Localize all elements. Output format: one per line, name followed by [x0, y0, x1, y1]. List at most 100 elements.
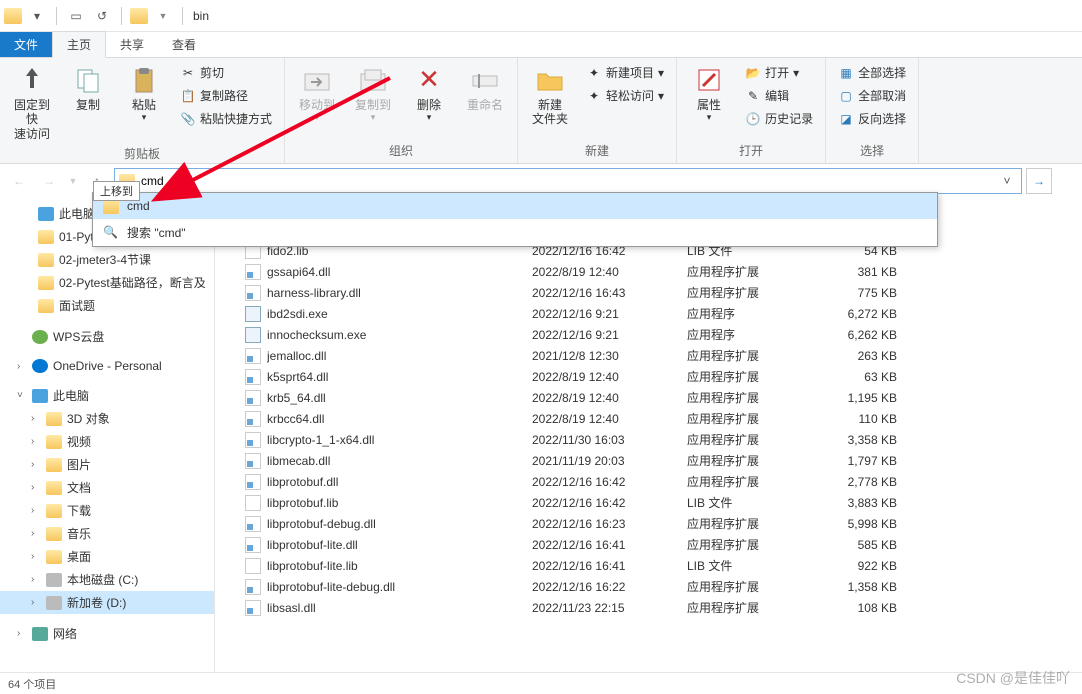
- rename-button[interactable]: 重命名: [461, 62, 509, 114]
- tree-label: 文档: [67, 479, 91, 496]
- copypath-button[interactable]: 📋复制路径: [176, 85, 276, 106]
- history-button[interactable]: 🕒历史记录: [741, 108, 817, 129]
- file-row[interactable]: krb5_64.dll2022/8/19 12:40应用程序扩展1,195 KB: [215, 387, 1082, 408]
- delete-button[interactable]: ✕删除▾: [405, 62, 453, 125]
- file-row[interactable]: libmecab.dll2021/11/19 20:03应用程序扩展1,797 …: [215, 450, 1082, 471]
- tree-item[interactable]: 02-Pytest基础路径，断言及: [0, 271, 214, 294]
- expand-icon[interactable]: ›: [31, 482, 41, 493]
- file-row[interactable]: krbcc64.dll2022/8/19 12:40应用程序扩展110 KB: [215, 408, 1082, 429]
- suggestion-item[interactable]: cmd: [93, 193, 937, 219]
- file-row[interactable]: libsasl.dll2022/11/23 22:15应用程序扩展108 KB: [215, 597, 1082, 618]
- qat-dropdown[interactable]: ▾: [26, 5, 48, 27]
- file-row[interactable]: libprotobuf.dll2022/12/16 16:42应用程序扩展2,7…: [215, 471, 1082, 492]
- file-list[interactable]: comerr64.dll2022/8/19 12:40应用程序扩展16 KBfi…: [215, 198, 1082, 672]
- file-row[interactable]: ibd2sdi.exe2022/12/16 9:21应用程序6,272 KB: [215, 303, 1082, 324]
- expand-icon[interactable]: ›: [31, 413, 41, 424]
- file-row[interactable]: libprotobuf.lib2022/12/16 16:42LIB 文件3,8…: [215, 492, 1082, 513]
- qat-properties-icon[interactable]: ▭: [65, 5, 87, 27]
- drive-icon: [46, 596, 62, 610]
- window-folder-icon: [130, 8, 148, 24]
- nav-forward-button[interactable]: →: [36, 168, 62, 194]
- expand-icon[interactable]: ›: [31, 459, 41, 470]
- expand-icon[interactable]: ›: [31, 436, 41, 447]
- expand-icon[interactable]: ›: [17, 361, 27, 372]
- suggestion-item[interactable]: 🔍搜索 "cmd": [93, 219, 937, 246]
- copy-button[interactable]: 复制: [64, 62, 112, 114]
- address-input[interactable]: [141, 174, 997, 188]
- expand-icon[interactable]: ›: [31, 597, 41, 608]
- tab-share[interactable]: 共享: [106, 32, 158, 57]
- file-size: 585 KB: [817, 538, 907, 552]
- tree-label: 3D 对象: [67, 410, 110, 427]
- file-row[interactable]: libprotobuf-lite.dll2022/12/16 16:41应用程序…: [215, 534, 1082, 555]
- file-type: 应用程序扩展: [687, 389, 817, 406]
- file-row[interactable]: libcrypto-1_1-x64.dll2022/11/30 16:03应用程…: [215, 429, 1082, 450]
- file-name: libprotobuf.lib: [267, 496, 532, 510]
- cut-button[interactable]: ✂剪切: [176, 62, 276, 83]
- expand-icon[interactable]: ›: [31, 505, 41, 516]
- file-row[interactable]: innochecksum.exe2022/12/16 9:21应用程序6,262…: [215, 324, 1082, 345]
- tree-item[interactable]: ›网络: [0, 622, 214, 645]
- tree-item[interactable]: ›下载: [0, 499, 214, 522]
- file-size: 3,358 KB: [817, 433, 907, 447]
- tree-item[interactable]: ›桌面: [0, 545, 214, 568]
- nav-tree[interactable]: 此电脑01-Pytest插件02-jmeter3-4节课02-Pytest基础路…: [0, 198, 215, 672]
- edit-button[interactable]: ✎编辑: [741, 85, 817, 106]
- tree-item[interactable]: 面试题: [0, 294, 214, 317]
- dll-icon: [245, 411, 261, 427]
- open-button[interactable]: 📂打开 ▾: [741, 62, 817, 83]
- lib-icon: [245, 558, 261, 574]
- tree-item[interactable]: 02-jmeter3-4节课: [0, 248, 214, 271]
- file-row[interactable]: k5sprt64.dll2022/8/19 12:40应用程序扩展63 KB: [215, 366, 1082, 387]
- pasteshortcut-button[interactable]: 📎粘贴快捷方式: [176, 108, 276, 129]
- paste-button[interactable]: 粘贴▾: [120, 62, 168, 125]
- file-date: 2022/12/16 16:23: [532, 517, 687, 531]
- file-row[interactable]: libprotobuf-debug.dll2022/12/16 16:23应用程…: [215, 513, 1082, 534]
- file-row[interactable]: harness-library.dll2022/12/16 16:43应用程序扩…: [215, 282, 1082, 303]
- moveto-button[interactable]: 移动到▾: [293, 62, 341, 125]
- tree-item[interactable]: ›视频: [0, 430, 214, 453]
- file-size: 775 KB: [817, 286, 907, 300]
- tree-item[interactable]: › 3D 对象: [0, 407, 214, 430]
- address-bar[interactable]: ˅: [114, 168, 1022, 194]
- address-dropdown-button[interactable]: ˅: [997, 174, 1017, 188]
- tab-view[interactable]: 查看: [158, 32, 210, 57]
- tree-item[interactable]: ›OneDrive - Personal: [0, 356, 214, 376]
- tree-item[interactable]: ›本地磁盘 (C:): [0, 568, 214, 591]
- file-row[interactable]: gssapi64.dll2022/8/19 12:40应用程序扩展381 KB: [215, 261, 1082, 282]
- newitem-button[interactable]: ✦新建项目 ▾: [582, 62, 668, 83]
- newfolder-button[interactable]: 新建 文件夹: [526, 62, 574, 129]
- go-button[interactable]: →: [1026, 168, 1052, 194]
- tab-file[interactable]: 文件: [0, 32, 52, 57]
- tab-home[interactable]: 主页: [52, 31, 106, 58]
- group-label-select: 选择: [834, 140, 910, 161]
- tree-label: 此电脑: [59, 205, 95, 222]
- tree-item[interactable]: WPS云盘: [0, 325, 214, 348]
- selectall-button[interactable]: ▦全部选择: [834, 62, 910, 83]
- expand-icon[interactable]: ›: [31, 551, 41, 562]
- tree-item[interactable]: ›图片: [0, 453, 214, 476]
- expand-icon[interactable]: ›: [17, 628, 27, 639]
- expand-icon[interactable]: ›: [31, 574, 41, 585]
- selectnone-button[interactable]: ▢全部取消: [834, 85, 910, 106]
- tree-item[interactable]: ›新加卷 (D:): [0, 591, 214, 614]
- file-row[interactable]: libprotobuf-lite.lib2022/12/16 16:41LIB …: [215, 555, 1082, 576]
- easyaccess-button[interactable]: ✦轻松访问 ▾: [582, 85, 668, 106]
- invert-button[interactable]: ◪反向选择: [834, 108, 910, 129]
- expand-icon[interactable]: ˅: [17, 390, 27, 401]
- pin-button[interactable]: 固定到快 速访问: [8, 62, 56, 143]
- file-row[interactable]: libprotobuf-lite-debug.dll2022/12/16 16:…: [215, 576, 1082, 597]
- tree-item[interactable]: › 文档: [0, 476, 214, 499]
- nav-recent-dropdown[interactable]: ▼: [66, 168, 80, 194]
- tree-item[interactable]: ˅此电脑: [0, 384, 214, 407]
- expand-icon[interactable]: ›: [31, 528, 41, 539]
- nav-back-button[interactable]: ←: [6, 168, 32, 194]
- title-dropdown[interactable]: ▼: [152, 5, 174, 27]
- qat-restore-icon[interactable]: ↺: [91, 5, 113, 27]
- copyto-button[interactable]: 复制到▾: [349, 62, 397, 125]
- file-name: libprotobuf.dll: [267, 475, 532, 489]
- file-row[interactable]: jemalloc.dll2021/12/8 12:30应用程序扩展263 KB: [215, 345, 1082, 366]
- folder-icon: [38, 230, 54, 244]
- tree-item[interactable]: ›音乐: [0, 522, 214, 545]
- properties-button[interactable]: 属性▾: [685, 62, 733, 125]
